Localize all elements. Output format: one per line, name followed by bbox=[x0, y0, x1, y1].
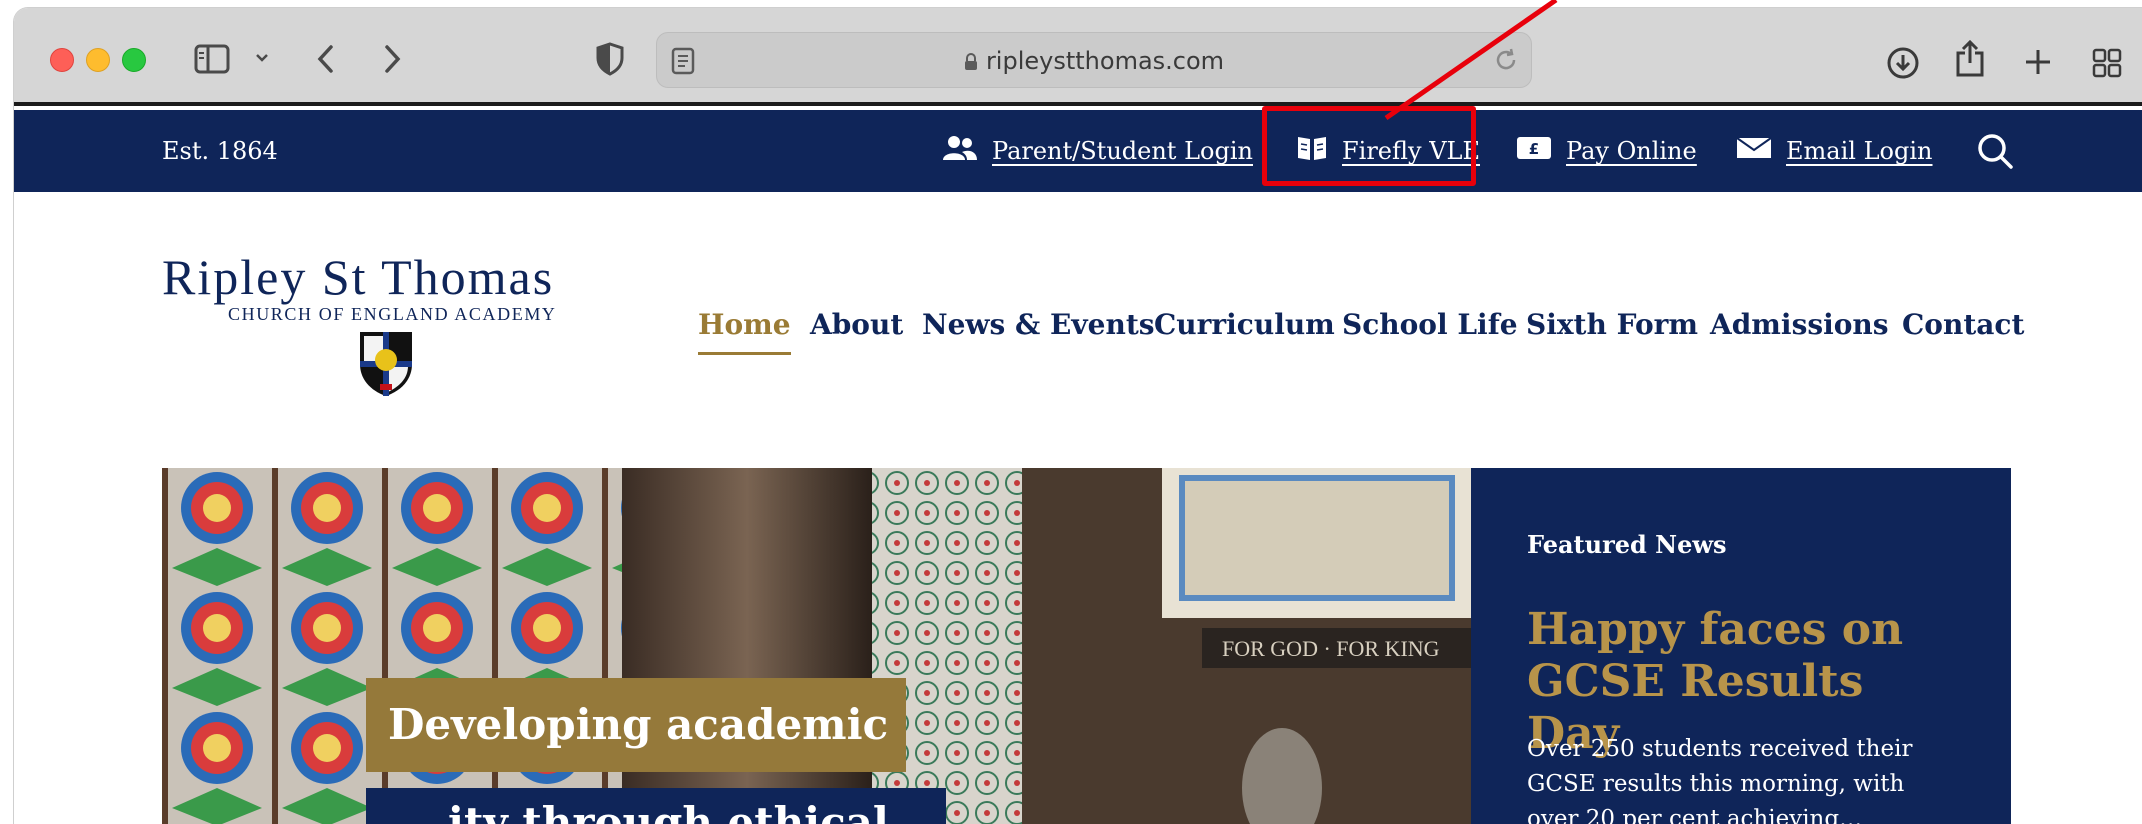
pay-online-label: Pay Online bbox=[1566, 137, 1697, 165]
share-icon[interactable] bbox=[1954, 40, 1986, 78]
nav-admissions[interactable]: Admissions bbox=[1710, 308, 1889, 341]
browser-window: ripleystthomas.com Est. 1864 Parent/Stud… bbox=[14, 8, 2142, 824]
featured-news-panel[interactable]: Featured News Happy faces on GCSE Result… bbox=[1471, 468, 2011, 824]
parent-student-login-link[interactable]: Parent/Student Login bbox=[942, 110, 1253, 192]
hero-caption-line1: Developing academic bbox=[388, 700, 889, 749]
pay-online-link[interactable]: £ Pay Online bbox=[1516, 110, 1697, 192]
envelope-icon bbox=[1736, 136, 1772, 166]
new-tab-icon[interactable] bbox=[2024, 48, 2052, 76]
email-login-label: Email Login bbox=[1786, 137, 1933, 165]
pound-note-icon: £ bbox=[1516, 135, 1552, 167]
annotation-highlight-box bbox=[1262, 106, 1476, 186]
close-window-button[interactable] bbox=[50, 48, 74, 72]
zoom-window-button[interactable] bbox=[122, 48, 146, 72]
browser-toolbar: ripleystthomas.com bbox=[14, 8, 2142, 106]
download-icon[interactable] bbox=[1886, 46, 1920, 80]
search-icon[interactable] bbox=[1976, 132, 2014, 170]
established-text: Est. 1864 bbox=[162, 137, 278, 165]
hero-caption-secondary: …ity through ethical bbox=[366, 788, 946, 824]
nav-about[interactable]: About bbox=[810, 308, 903, 341]
url-text: ripleystthomas.com bbox=[657, 33, 1531, 89]
privacy-shield-icon[interactable] bbox=[596, 42, 624, 76]
nav-school-life[interactable]: School Life bbox=[1342, 308, 1518, 341]
site-topbar: Est. 1864 Parent/Student Login Firefly V… bbox=[14, 110, 2142, 192]
lock-icon bbox=[964, 35, 978, 70]
back-icon[interactable] bbox=[314, 44, 338, 74]
school-logo-title[interactable]: Ripley St Thomas bbox=[162, 248, 554, 306]
nav-curriculum[interactable]: Curriculum bbox=[1154, 308, 1335, 341]
chevron-down-icon[interactable] bbox=[254, 50, 270, 66]
tab-overview-icon[interactable] bbox=[2092, 48, 2122, 78]
sidebar-icon[interactable] bbox=[194, 44, 230, 74]
minimize-window-button[interactable] bbox=[86, 48, 110, 72]
nav-contact[interactable]: Contact bbox=[1902, 308, 2024, 341]
nav-news-events[interactable]: News & Events bbox=[922, 308, 1155, 341]
featured-news-label: Featured News bbox=[1527, 530, 1727, 559]
nav-home[interactable]: Home bbox=[698, 308, 791, 355]
featured-news-excerpt: Over 250 students received their GCSE re… bbox=[1527, 736, 1913, 824]
address-bar[interactable]: ripleystthomas.com bbox=[656, 32, 1532, 88]
forward-icon[interactable] bbox=[380, 44, 404, 74]
nav-sixth-form[interactable]: Sixth Form bbox=[1526, 308, 1698, 341]
users-icon bbox=[942, 134, 978, 168]
url-label: ripleystthomas.com bbox=[985, 47, 1225, 75]
svg-text:£: £ bbox=[1529, 140, 1539, 158]
hero-caption-line2: …ity through ethical bbox=[406, 798, 889, 824]
svg-text:FOR GOD · FOR KING: FOR GOD · FOR KING bbox=[1222, 636, 1440, 661]
email-login-link[interactable]: Email Login bbox=[1736, 110, 1932, 192]
hero-caption-primary: Developing academic bbox=[366, 678, 906, 772]
school-logo-subtitle: CHURCH OF ENGLAND ACADEMY bbox=[228, 304, 557, 324]
school-crest-icon[interactable] bbox=[358, 330, 414, 402]
parent-student-login-label: Parent/Student Login bbox=[992, 137, 1253, 165]
reload-icon[interactable] bbox=[1493, 47, 1519, 73]
